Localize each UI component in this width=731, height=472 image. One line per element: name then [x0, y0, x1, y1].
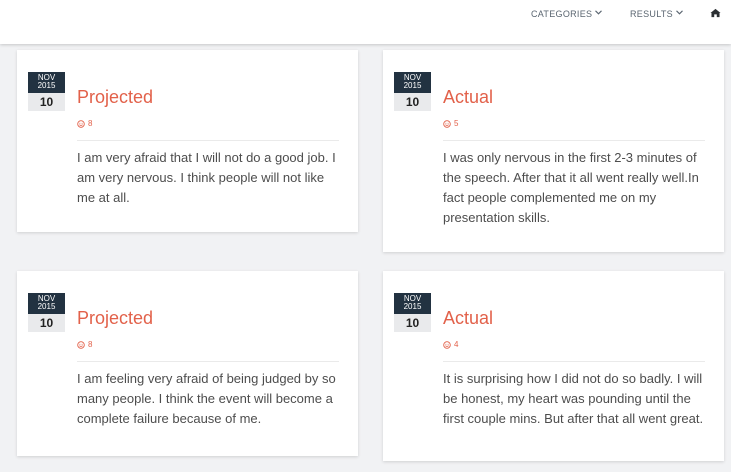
- nav-categories-label: CATEGORIES: [531, 9, 593, 19]
- chevron-down-icon: [676, 9, 683, 17]
- date-year: 2015: [37, 81, 56, 90]
- entry-card: NOV 2015 10 Projected 8 I am very afraid…: [17, 50, 358, 232]
- smile-icon: [443, 119, 451, 128]
- entry-text: I was only nervous in the first 2-3 minu…: [443, 150, 699, 225]
- anxiety-score-value: 4: [454, 340, 459, 349]
- chevron-down-icon: [595, 9, 603, 17]
- divider: [77, 140, 339, 141]
- anxiety-score-value: 8: [88, 119, 93, 128]
- entry-text: I am feeling very afraid of being judged…: [77, 371, 336, 426]
- date-year: 2015: [403, 302, 422, 311]
- anxiety-score-value: 5: [454, 119, 459, 128]
- divider: [77, 361, 339, 362]
- card-title[interactable]: Projected: [77, 87, 153, 108]
- entry-card: NOV 2015 10 Actual 4 It is surprising ho…: [383, 271, 724, 461]
- nav-results-dropdown[interactable]: RESULTS: [630, 0, 683, 28]
- date-year: 2015: [37, 302, 56, 311]
- date-day: 10: [394, 93, 431, 111]
- date-badge: NOV 2015 10: [28, 293, 65, 332]
- top-navbar: CATEGORIES RESULTS: [0, 0, 731, 44]
- card-title[interactable]: Actual: [443, 308, 493, 329]
- card-title[interactable]: Projected: [77, 308, 153, 329]
- divider: [443, 361, 705, 362]
- entry-text: It is surprising how I did not do so bad…: [443, 371, 704, 426]
- anxiety-score: 5: [443, 119, 458, 128]
- smile-icon: [77, 119, 85, 128]
- nav-results-label: RESULTS: [630, 9, 673, 19]
- smile-icon: [443, 340, 451, 349]
- anxiety-score: 8: [77, 119, 92, 128]
- date-day: 10: [394, 314, 431, 332]
- entry-card: NOV 2015 10 Projected 8 I am feeling ver…: [17, 271, 358, 456]
- date-badge: NOV 2015 10: [28, 72, 65, 111]
- anxiety-score: 8: [77, 340, 92, 349]
- anxiety-score: 4: [443, 340, 458, 349]
- entry-text: I am very afraid that I will not do a go…: [77, 150, 336, 205]
- date-year: 2015: [403, 81, 422, 90]
- date-badge: NOV 2015 10: [394, 72, 431, 111]
- home-icon: [710, 7, 721, 21]
- date-day: 10: [28, 314, 65, 332]
- divider: [443, 140, 705, 141]
- anxiety-score-value: 8: [88, 340, 93, 349]
- entry-card: NOV 2015 10 Actual 5 I was only nervous …: [383, 50, 724, 252]
- date-day: 10: [28, 93, 65, 111]
- smile-icon: [77, 340, 85, 349]
- date-badge: NOV 2015 10: [394, 293, 431, 332]
- nav-categories-dropdown[interactable]: CATEGORIES: [531, 0, 603, 28]
- card-title[interactable]: Actual: [443, 87, 493, 108]
- home-link[interactable]: [710, 0, 721, 28]
